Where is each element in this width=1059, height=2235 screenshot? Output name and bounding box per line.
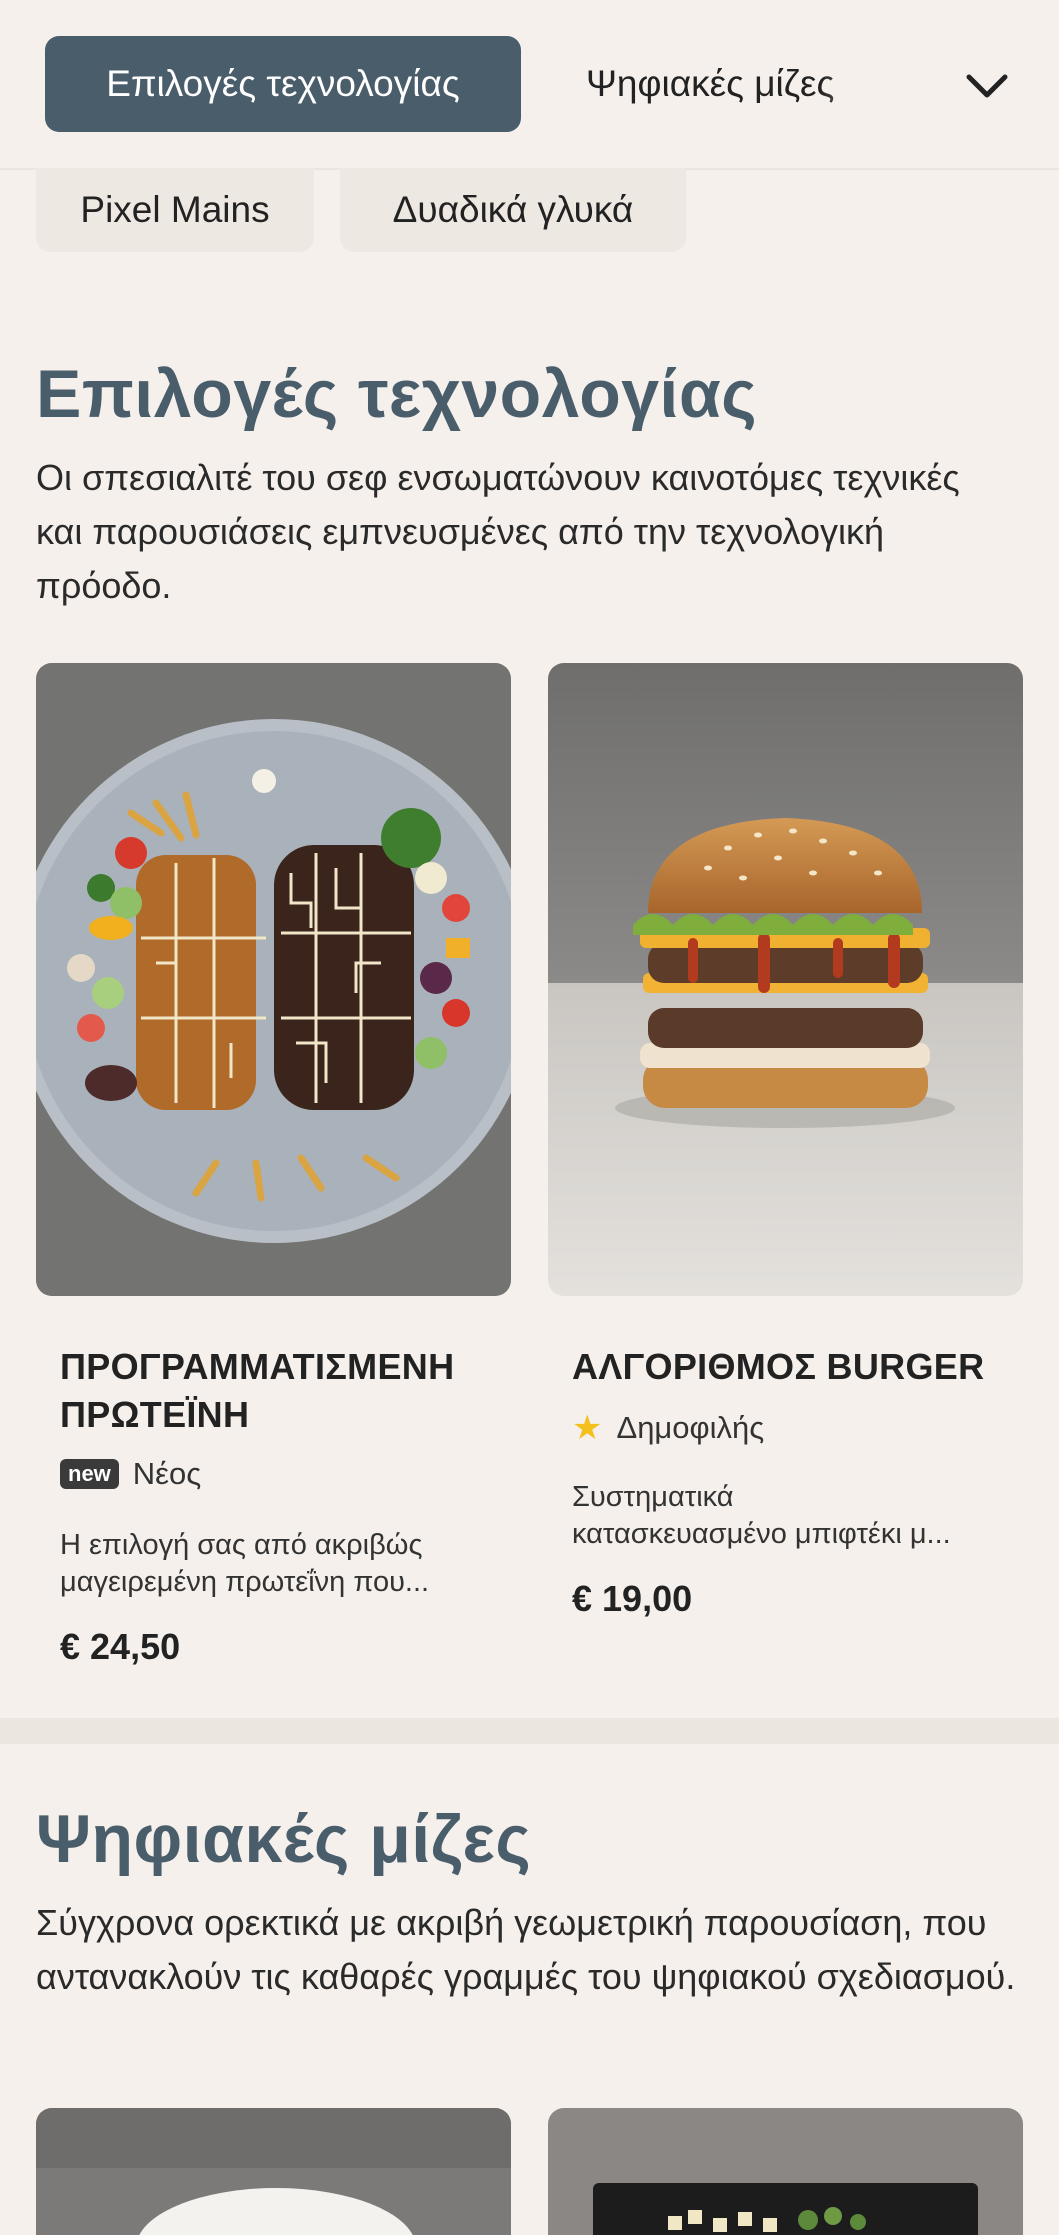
dish-price: € 24,50 [60, 1626, 181, 1667]
section-title-tech: Επιλογές τεχνολογίας [36, 356, 758, 432]
category-nav: Επιλογές τεχνολογίας Ψηφιακές μίζες [0, 0, 1059, 170]
new-badge: new [60, 1459, 119, 1489]
dish-image[interactable] [36, 2108, 511, 2235]
dish-description-line2: κατασκευασμένο μπιφτέκι μ... [572, 1518, 951, 1550]
dish-name[interactable]: ΠΡΟΓΡΑΜΜΑΤΙΣΜΕΝΗ ΠΡΩΤΕΪΝΗ [60, 1343, 500, 1439]
dish-price: € 19,00 [572, 1578, 693, 1619]
dish-image[interactable] [548, 2108, 1023, 2235]
dish-description-line2: μαγειρεμένη πρωτεΐνη που... [60, 1566, 430, 1598]
section-divider [0, 1718, 1059, 1744]
dish-description-line1: Συστηματικά [572, 1481, 734, 1513]
star-icon: ★ [572, 1409, 603, 1447]
dish-name[interactable]: ΑΛΓΟΡΙΘΜΟΣ BURGER [572, 1343, 1012, 1391]
dish-image-programmed-protein[interactable] [36, 663, 511, 1296]
tab-digital-mezes[interactable]: Ψηφιακές μίζες [586, 36, 834, 132]
dish-tag: Νέος [132, 1456, 202, 1491]
section-description-tech: Οι σπεσιαλιτέ του σεφ ενσωματώνουν καινο… [36, 457, 960, 606]
dish-tag-row: new Νέος [60, 1456, 201, 1492]
section-title-digital-mezes: Ψηφιακές μίζες [36, 1801, 532, 1877]
dish-description-line1: Η επιλογή σας από ακριβώς [60, 1529, 423, 1561]
section-description-digital-mezes: Σύγχρονα ορεκτικά με ακριβή γεωμετρική π… [36, 1902, 1016, 1997]
dish-tag: Δημοφιλής [616, 1410, 765, 1445]
dish-tag-row: ★ Δημοφιλής [572, 1408, 764, 1448]
tab-tech-options[interactable]: Επιλογές τεχνολογίας [45, 36, 521, 132]
nav-fade-overlay [820, 20, 940, 150]
dish-image-algorithm-burger[interactable] [548, 663, 1023, 1296]
tab-binary-desserts[interactable]: Δυαδικά γλυκά [340, 168, 686, 252]
chevron-down-icon[interactable] [960, 60, 1014, 114]
tab-pixel-mains[interactable]: Pixel Mains [36, 168, 314, 252]
